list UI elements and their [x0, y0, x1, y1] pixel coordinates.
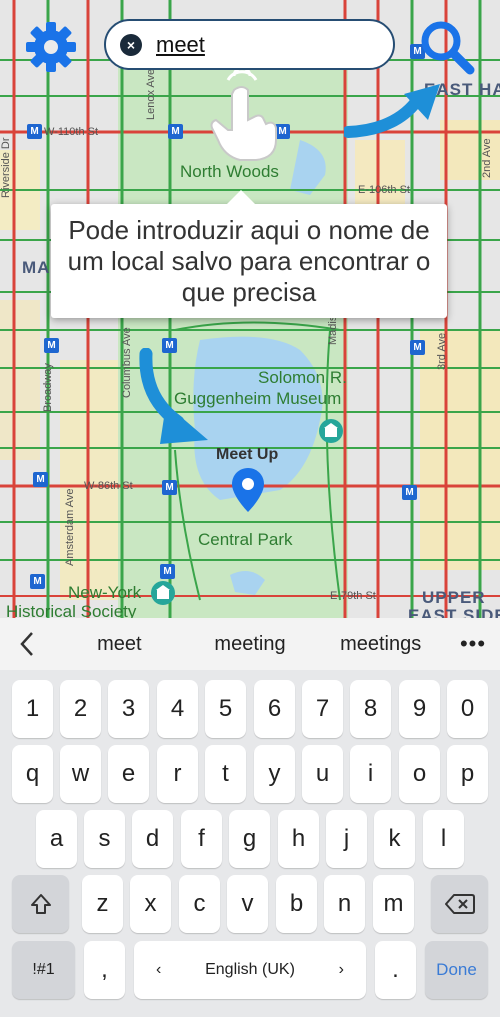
key-s[interactable]: s	[84, 810, 125, 868]
shift-key[interactable]	[12, 875, 69, 933]
key-8[interactable]: 8	[350, 680, 391, 738]
search-input[interactable]: meet	[156, 32, 205, 58]
street-label-w86: W-86th St	[84, 480, 133, 492]
more-suggestions-button[interactable]: •••	[446, 631, 500, 657]
key-k[interactable]: k	[374, 810, 415, 868]
key-g[interactable]: g	[229, 810, 270, 868]
key-p[interactable]: p	[447, 745, 488, 803]
key-y[interactable]: y	[254, 745, 295, 803]
key-j[interactable]: j	[326, 810, 367, 868]
key-7[interactable]: 7	[302, 680, 343, 738]
suggestion-item[interactable]: meetings	[315, 633, 446, 656]
clear-search-icon[interactable]: ×	[120, 33, 142, 56]
backspace-icon	[444, 894, 475, 914]
street-label-w110: W-110th St	[44, 126, 99, 138]
key-0[interactable]: 0	[447, 680, 488, 738]
tutorial-arrow-place-icon	[139, 348, 208, 444]
key-o[interactable]: o	[399, 745, 440, 803]
key-h[interactable]: h	[278, 810, 319, 868]
key-l[interactable]: l	[423, 810, 464, 868]
search-magnifier-icon[interactable]	[418, 18, 476, 76]
search-field[interactable]: × meet	[104, 19, 395, 70]
metro-station-icon[interactable]: M	[162, 480, 177, 495]
key-n[interactable]: n	[324, 875, 365, 933]
suggestion-item[interactable]: meeting	[185, 633, 316, 656]
key-m[interactable]: m	[373, 875, 414, 933]
poi-new-york[interactable]: New-York	[68, 583, 141, 603]
street-label-2nd-ave: 2nd Ave	[481, 138, 493, 178]
done-key[interactable]: Done	[425, 941, 488, 999]
key-r[interactable]: r	[157, 745, 198, 803]
street-label-3rd-ave: 3rd Ave	[436, 332, 448, 370]
museum-icon[interactable]	[318, 418, 344, 444]
suggestion-bar: meet meeting meetings •••	[0, 618, 500, 670]
key-c[interactable]: c	[179, 875, 220, 933]
key-q[interactable]: q	[12, 745, 53, 803]
metro-station-icon[interactable]: M	[33, 472, 48, 487]
street-label-columbus: Columbus Ave	[121, 327, 133, 398]
street-label-amsterdam: Amsterdam Ave	[64, 488, 76, 566]
tutorial-arrow-search-icon	[344, 84, 440, 138]
poi-solomon-label[interactable]: Solomon R.	[258, 368, 347, 388]
district-east-side: EAST SIDE	[408, 606, 500, 618]
museum-icon[interactable]	[150, 580, 176, 606]
key-b[interactable]: b	[276, 875, 317, 933]
key-9[interactable]: 9	[399, 680, 440, 738]
key-e[interactable]: e	[108, 745, 149, 803]
language-prev-icon: ‹	[156, 961, 162, 978]
comma-key[interactable]: ,	[84, 941, 125, 999]
poi-north-woods[interactable]: North Woods	[180, 162, 279, 182]
backspace-key[interactable]	[431, 875, 488, 933]
key-i[interactable]: i	[350, 745, 391, 803]
tap-hand-icon	[210, 70, 277, 161]
street-label-e106: E-106th St	[358, 184, 410, 196]
key-w[interactable]: w	[60, 745, 101, 803]
metro-station-icon[interactable]: M	[410, 340, 425, 355]
space-key[interactable]: ‹ English (UK) ›	[134, 941, 366, 999]
symbols-key[interactable]: !#1	[12, 941, 75, 999]
key-4[interactable]: 4	[157, 680, 198, 738]
location-pin-icon[interactable]	[232, 468, 264, 512]
street-label-e79: E-79th St	[330, 590, 376, 602]
metro-station-icon[interactable]: M	[402, 485, 417, 500]
saved-place-meet-up-label[interactable]: Meet Up	[216, 446, 278, 464]
period-key[interactable]: .	[375, 941, 416, 999]
key-t[interactable]: t	[205, 745, 246, 803]
district-upper-east: UPPER	[422, 588, 486, 607]
key-x[interactable]: x	[130, 875, 171, 933]
key-f[interactable]: f	[181, 810, 222, 868]
map-view[interactable]: W-110th St E-106th St W-86th St E-79th S…	[0, 0, 500, 618]
tutorial-tooltip: Pode introduzir aqui o nome de um local …	[51, 190, 447, 318]
key-3[interactable]: 3	[108, 680, 149, 738]
key-6[interactable]: 6	[254, 680, 295, 738]
street-label-broadway: Broadway	[42, 363, 54, 412]
suggestion-back-button[interactable]	[0, 631, 54, 657]
key-d[interactable]: d	[132, 810, 173, 868]
key-2[interactable]: 2	[60, 680, 101, 738]
key-5[interactable]: 5	[205, 680, 246, 738]
settings-gear-icon[interactable]	[24, 20, 78, 74]
district-manhattan-valley: MA	[22, 258, 51, 277]
poi-historical-society[interactable]: Historical Society	[6, 602, 136, 618]
metro-station-icon[interactable]: M	[27, 124, 42, 139]
key-1[interactable]: 1	[12, 680, 53, 738]
poi-central-park[interactable]: Central Park	[198, 530, 292, 550]
street-label-riverside: Riverside Dr	[0, 137, 12, 198]
chevron-left-icon	[20, 632, 33, 656]
metro-station-icon[interactable]: M	[30, 574, 45, 589]
metro-station-icon[interactable]: M	[44, 338, 59, 353]
key-z[interactable]: z	[82, 875, 123, 933]
street-label-lenox: Lenox Ave	[145, 68, 157, 120]
language-next-icon: ›	[338, 961, 344, 978]
key-v[interactable]: v	[227, 875, 268, 933]
shift-arrow-icon	[30, 894, 51, 914]
space-language-label: English (UK)	[205, 961, 295, 978]
key-a[interactable]: a	[36, 810, 77, 868]
on-screen-keyboard: 1 2 3 4 5 6 7 8 9 0 q w e r t y u i o p …	[0, 670, 500, 1017]
key-u[interactable]: u	[302, 745, 343, 803]
metro-station-icon[interactable]: M	[160, 564, 175, 579]
suggestion-item[interactable]: meet	[54, 633, 185, 656]
metro-station-icon[interactable]: M	[168, 124, 183, 139]
